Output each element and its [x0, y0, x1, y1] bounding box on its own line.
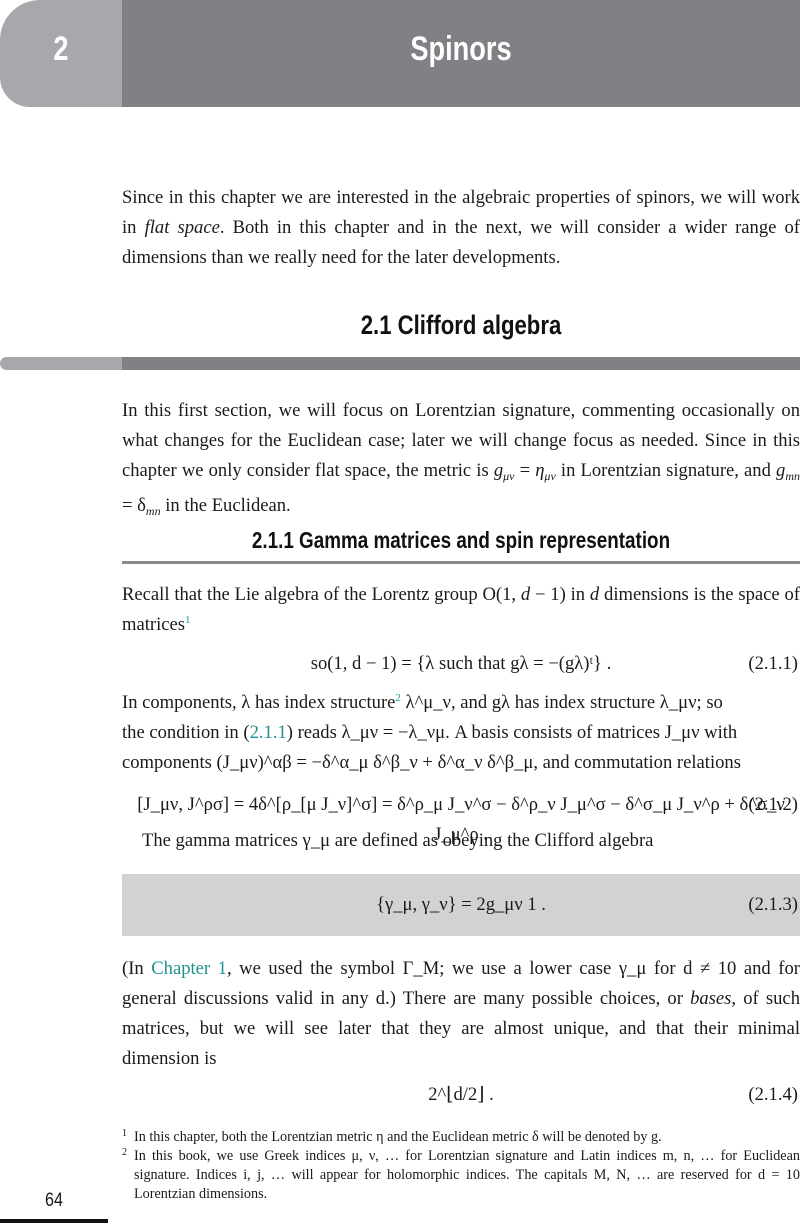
equation-body: so(1, d − 1) = {λ such that gλ = −(gλ)ᵗ}… [310, 653, 612, 674]
equation-2-1-3: {γ_μ, γ_ν} = 2g_μν 1 . (2.1.3) [122, 890, 800, 920]
subsection-rule [122, 561, 800, 564]
text-run: = δ [122, 495, 146, 516]
math-sub: mn [145, 504, 161, 518]
equation-2-1-2: [J_μν, J^ρσ] = 4δ^[ρ_[μ J_ν]^σ] = δ^ρ_μ … [122, 790, 800, 845]
equation-2-1-1: so(1, d − 1) = {λ such that gλ = −(gλ)ᵗ}… [122, 649, 800, 679]
text-run: in the Euclidean. [160, 495, 291, 516]
section-rule [0, 357, 800, 370]
footnote-mark: 1 [122, 1128, 127, 1139]
section-heading: 2.1 Clifford algebra [360, 310, 562, 340]
math-g: g [776, 460, 786, 481]
section-paragraph: In this first section, we will focus on … [122, 396, 800, 526]
footnote-text: In this book, we use Greek indices μ, ν,… [134, 1148, 800, 1202]
math-sub: μν [544, 469, 556, 483]
chapter-banner: 2 Spinors [0, 0, 800, 107]
equation-2-1-4: 2^⌊d/2⌋ . (2.1.4) [122, 1080, 800, 1110]
text-run: Recall that the Lie algebra of the Loren… [122, 584, 521, 605]
footnote-text: In this chapter, both the Lorentzian met… [134, 1129, 662, 1145]
text-run: (In [122, 958, 152, 979]
footnote-2: 2 In this book, we use Greek indices μ, … [122, 1147, 800, 1204]
gamma-paragraph: The gamma matrices γ_μ are defined as ob… [122, 826, 800, 856]
equation-number: (2.1.1) [748, 653, 798, 674]
equation-number: (2.1.4) [748, 1084, 798, 1105]
footnotes: 1 In this chapter, both the Lorentzian m… [122, 1128, 800, 1204]
math-sub: mn [785, 469, 800, 483]
text-run: λ^μ_ν, and gλ has index structure λ_μν; … [400, 692, 723, 713]
math-d: d [520, 584, 531, 605]
intro-paragraph: Since in this chapter we are interested … [122, 183, 800, 273]
section-rule-left [0, 357, 122, 370]
italic-bases: bases [690, 988, 732, 1009]
chapter-title: Spinors [410, 30, 512, 68]
math-sub: μν [503, 469, 515, 483]
text-run: = [514, 460, 536, 481]
page-number: 64 [45, 1190, 63, 1211]
footnote-1: 1 In this chapter, both the Lorentzian m… [122, 1128, 800, 1147]
math-d: d [589, 584, 600, 605]
section-rule-right [122, 357, 800, 370]
components-line-3: components (J_μν)^αβ = −δ^α_μ δ^β_ν + δ^… [122, 748, 800, 778]
chapter-ref-paragraph: (In Chapter 1, we used the symbol Γ_M; w… [122, 954, 800, 1074]
page-number-rule [0, 1219, 108, 1223]
equation-body: 2^⌊d/2⌋ . [428, 1084, 494, 1105]
equation-body: {γ_μ, γ_ν} = 2g_μν 1 . [376, 894, 546, 915]
intro-text-b: . Both in this chapter and in the next, … [122, 217, 800, 268]
intro-italic: flat space [144, 217, 220, 238]
text-run: The gamma matrices γ_μ are defined as ob… [142, 830, 654, 851]
text-run: ) reads λ_μν = −λ_νμ. A basis consists o… [286, 722, 738, 743]
components-line-1: In components, λ has index structure2 λ^… [122, 688, 800, 718]
footnote-ref-1[interactable]: 1 [185, 614, 191, 626]
components-paragraph: In components, λ has index structure2 λ^… [122, 688, 800, 778]
equation-number: (2.1.3) [748, 894, 798, 915]
text-run: components (J_μν)^αβ = −δ^α_μ δ^β_ν + δ^… [122, 752, 741, 773]
components-line-2: the condition in (2.1.1) reads λ_μν = −λ… [122, 718, 800, 748]
chapter-1-link[interactable]: Chapter 1 [151, 958, 227, 979]
equation-number: (2.1.2) [748, 794, 798, 815]
text-run: in Lorentzian signature, and [555, 460, 777, 481]
lie-algebra-paragraph: Recall that the Lie algebra of the Loren… [122, 580, 800, 640]
footnote-mark: 2 [122, 1147, 127, 1158]
text-run: the condition in ( [122, 722, 250, 743]
text-run: In components, λ has index structure [122, 692, 396, 713]
text-run: − 1) in [530, 584, 590, 605]
math-g: g [493, 460, 504, 481]
equation-ref-link[interactable]: 2.1.1 [250, 722, 287, 743]
chapter-number: 2 [53, 30, 69, 68]
subsection-heading: 2.1.1 Gamma matrices and spin representa… [251, 527, 671, 553]
